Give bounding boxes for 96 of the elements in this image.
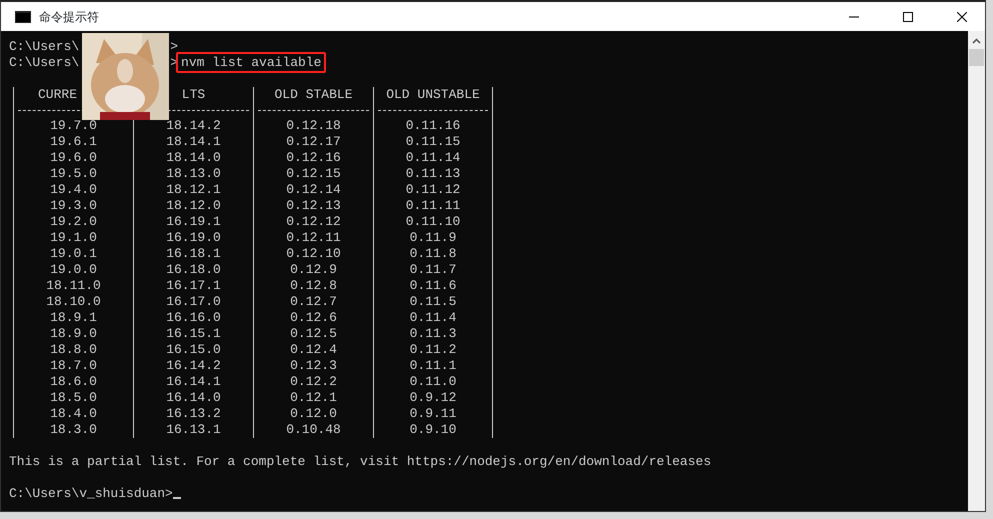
prompt-text: C:\Users\ [9, 55, 80, 70]
table-cell: 0.11.14 [406, 150, 460, 165]
table-cell: 16.17.1 [166, 278, 221, 293]
table-cell: 16.19.1 [166, 214, 221, 229]
table-cell: 0.9.12 [410, 390, 456, 405]
table-cell: 0.12.15 [286, 166, 341, 181]
table-cell: 0.12.12 [286, 214, 341, 229]
table-cell: 18.11.0 [46, 278, 101, 293]
prompt-text: C:\Users\v_shuisduan> [9, 486, 173, 501]
table-cell: 18.9.0 [50, 326, 97, 341]
table-cell: 0.12.18 [286, 118, 341, 133]
table-cell: 0.11.8 [410, 246, 456, 261]
table-cell: 18.3.0 [50, 422, 97, 437]
table-cell: 0.12.13 [286, 198, 341, 213]
table-cell: 19.3.0 [50, 198, 97, 213]
table-cell: 0.12.17 [286, 134, 341, 149]
table-cell: 0.9.10 [410, 422, 456, 437]
table-cell: 0.10.48 [286, 422, 341, 437]
table-cell: 0.12.2 [290, 374, 337, 389]
table-cell: 0.12.1 [290, 390, 337, 405]
column-header: OLD UNSTABLE [385, 87, 481, 103]
prompt-text: C:\Users\ [9, 39, 80, 54]
table-cell: 19.1.0 [50, 230, 97, 245]
table-cell: 18.13.0 [166, 166, 221, 181]
table-cell: 18.6.0 [50, 374, 97, 389]
table-cell: 0.11.5 [410, 294, 456, 309]
table-cell: 16.13.1 [166, 422, 221, 437]
table-cell: 0.11.12 [406, 182, 460, 197]
table-cell: 19.0.1 [50, 246, 97, 261]
table-cell: 19.6.0 [50, 150, 97, 165]
table-cell: 0.12.4 [290, 342, 337, 357]
table-cell: 0.12.8 [290, 278, 337, 293]
prompt-text: > [170, 39, 178, 54]
message-text: This is a partial list. For a complete list, visit https://nodejs.org/en/download/releases [9, 454, 712, 470]
table-cell: 0.12.3 [290, 358, 337, 373]
table-cell: 0.11.9 [410, 230, 456, 245]
table-cell: 19.0.0 [50, 262, 97, 277]
table-cell: 16.15.1 [166, 326, 221, 341]
table-cell: 18.14.2 [166, 118, 221, 133]
column-header: CURRE [37, 87, 78, 103]
table-cell: 0.11.7 [410, 262, 456, 277]
scrollbar-thumb[interactable] [969, 49, 984, 66]
table-cell: 0.9.11 [410, 406, 456, 421]
table-cell: 0.12.9 [290, 262, 337, 277]
table-cell: 0.11.3 [410, 326, 456, 341]
table-cell: 16.13.2 [166, 406, 221, 421]
table-cell: 16.19.0 [166, 230, 221, 245]
close-icon [957, 12, 967, 22]
table-cell: 0.11.0 [410, 374, 456, 389]
command-text: nvm list available [176, 52, 326, 73]
table-cell: 0.12.7 [290, 294, 337, 309]
table-cell: 16.17.0 [166, 294, 221, 309]
column-header: LTS [180, 87, 206, 103]
table-cell: 16.14.2 [166, 358, 221, 373]
table-cell: 0.11.13 [406, 166, 460, 181]
table-cell: 18.14.0 [166, 150, 221, 165]
table-cell: 19.6.1 [50, 134, 97, 149]
scroll-up-icon[interactable] [972, 38, 981, 44]
table-cell: 19.5.0 [50, 166, 97, 181]
table-cell: 16.15.0 [166, 342, 221, 357]
table-cell: 0.12.10 [286, 246, 341, 261]
table-cell: 0.12.5 [290, 326, 337, 341]
window-title: 命令提示符 [39, 8, 99, 26]
table-cell: 0.11.6 [410, 278, 456, 293]
table-cell: 16.14.0 [166, 390, 221, 405]
column-header: OLD STABLE [273, 87, 354, 103]
table-cell: 18.14.1 [166, 134, 221, 149]
table-cell: 16.16.0 [166, 310, 221, 325]
table-cell: 0.11.1 [410, 358, 456, 373]
table-cell: 18.4.0 [50, 406, 97, 421]
table-cell: 18.5.0 [50, 390, 97, 405]
table-cell: 19.2.0 [50, 214, 97, 229]
table-cell: 16.14.1 [166, 374, 221, 389]
maximize-icon [903, 12, 913, 22]
table-cell: 18.9.1 [50, 310, 97, 325]
table-cell: 0.11.4 [410, 310, 456, 325]
table-cell: 18.7.0 [50, 358, 97, 373]
table-cell: 0.12.0 [290, 406, 337, 421]
table-cell: 0.12.6 [290, 310, 337, 325]
table-cell: 0.11.10 [406, 214, 460, 229]
table-cell: 19.7.0 [50, 118, 97, 133]
table-cell: 19.4.0 [50, 182, 97, 197]
table-cell: 0.11.16 [406, 118, 460, 133]
table-cell: 0.11.15 [406, 134, 460, 149]
table-cell: 18.12.1 [166, 182, 221, 197]
table-cell: 16.18.1 [166, 246, 221, 261]
table-cell: 0.11.11 [406, 198, 460, 213]
table-cell: 18.12.0 [166, 198, 221, 213]
table-cell: 18.8.0 [50, 342, 97, 357]
table-cell: 16.18.0 [166, 262, 221, 277]
table-cell: 18.10.0 [46, 294, 101, 309]
table-cell: 0.12.16 [286, 150, 341, 165]
app-icon [15, 10, 31, 22]
table-cell: 0.12.14 [286, 182, 341, 197]
table-cell: 0.12.11 [286, 230, 341, 245]
table-cell: 0.11.2 [410, 342, 456, 357]
